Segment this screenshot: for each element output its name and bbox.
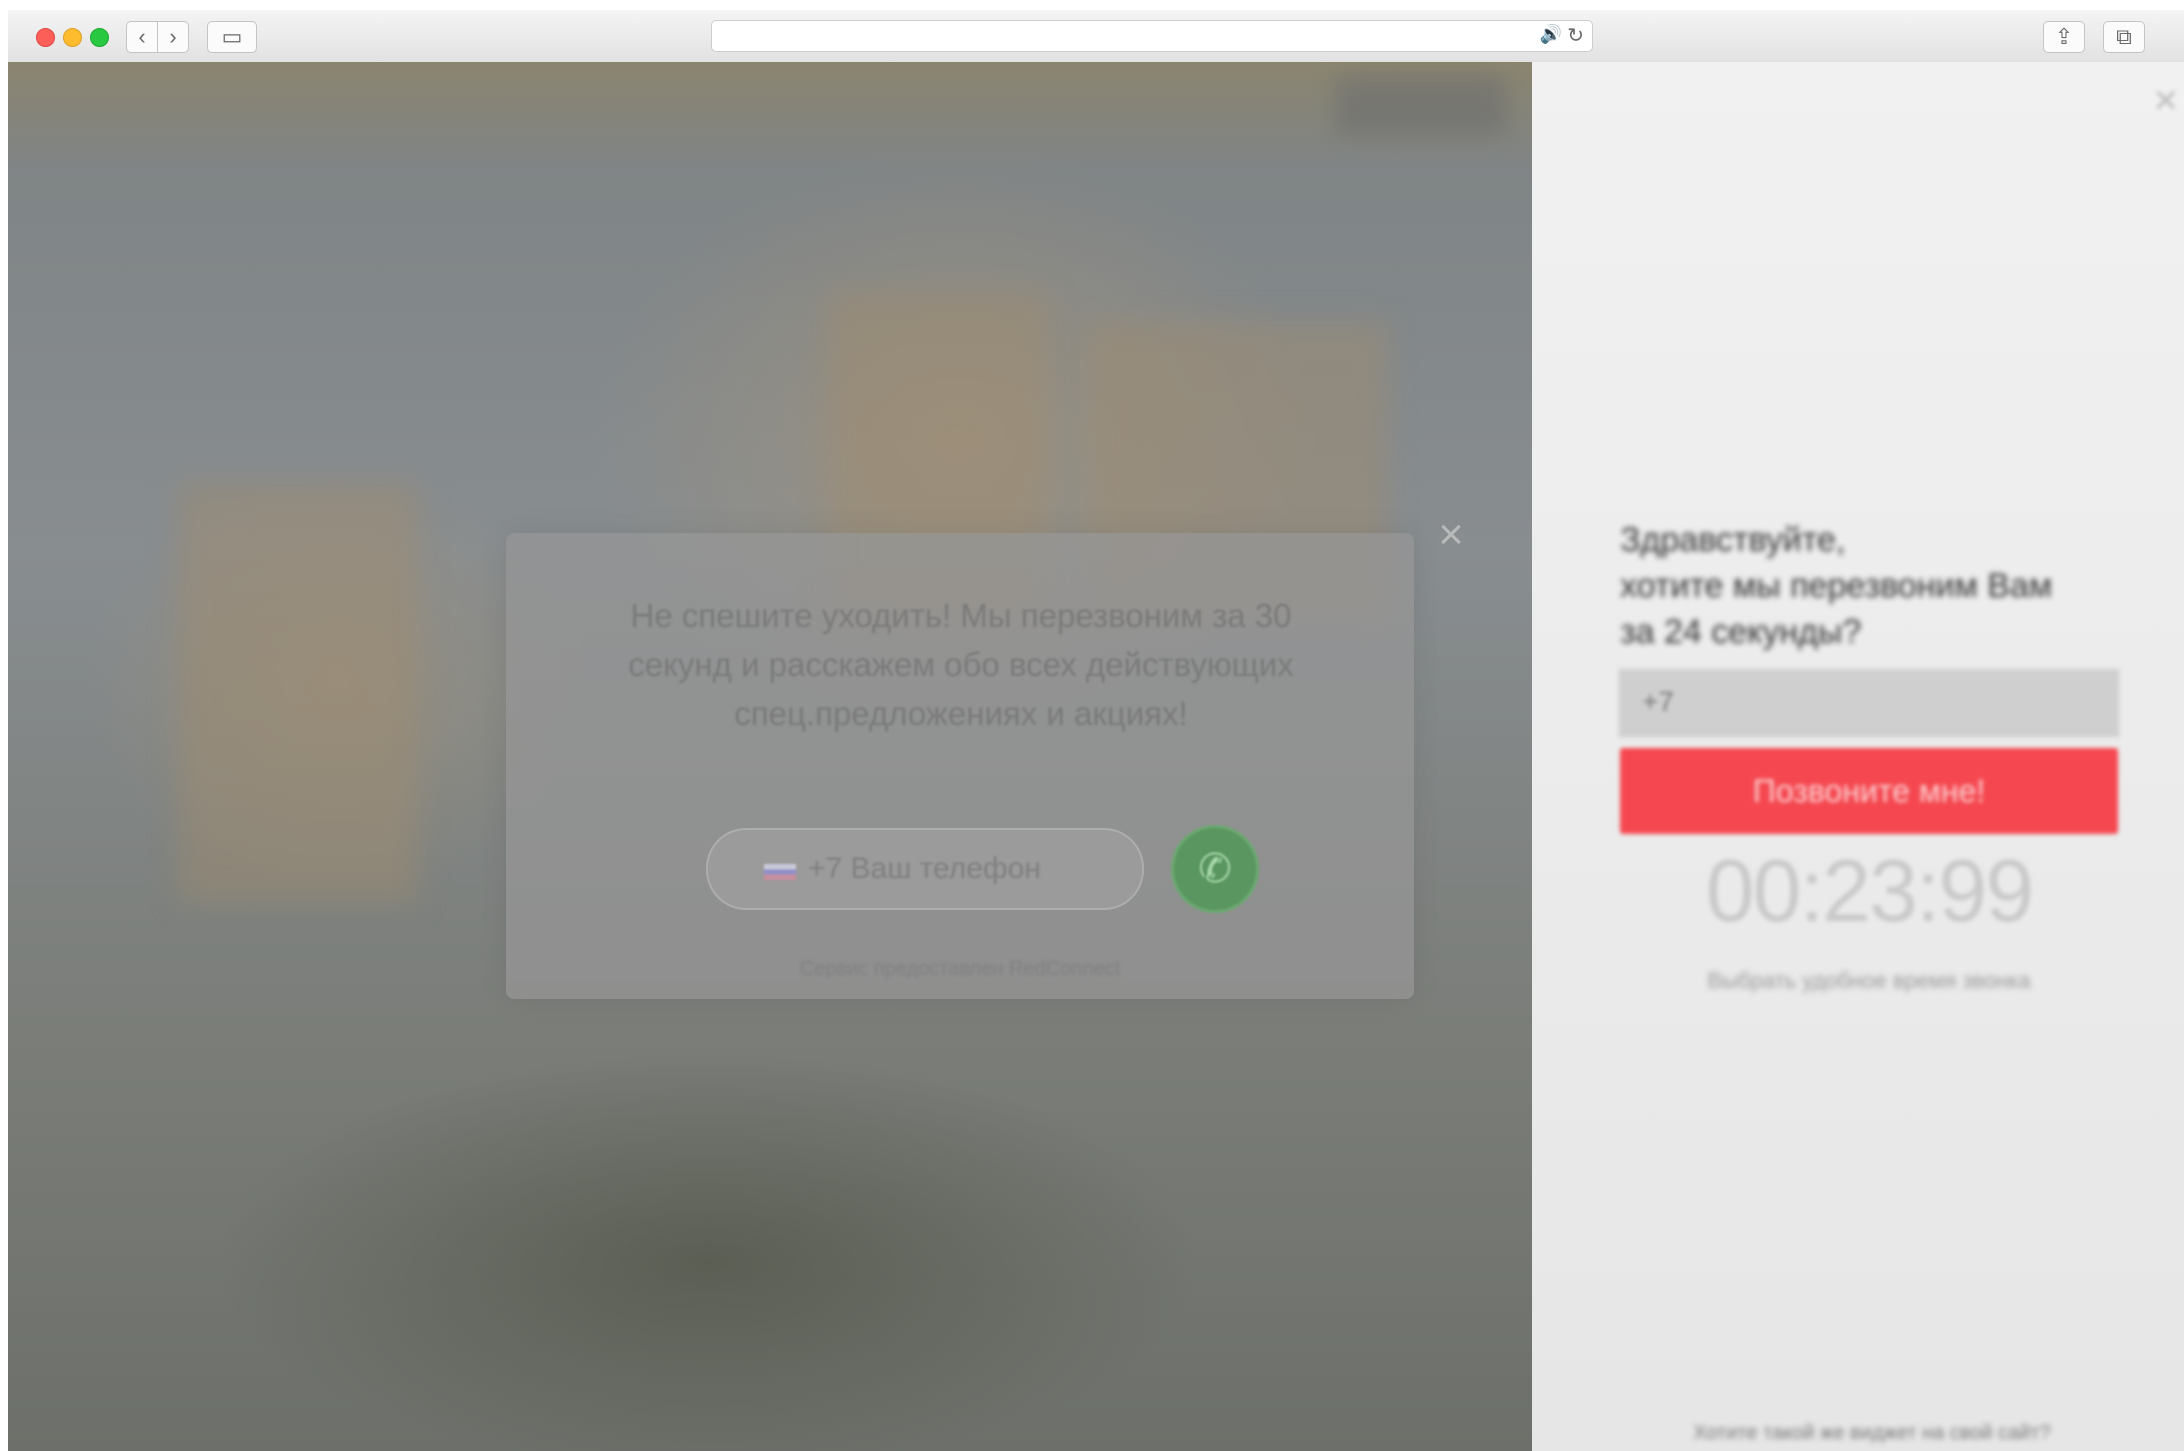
tab-overview-button[interactable]: ⧉ <box>2103 21 2145 53</box>
address-bar[interactable]: 🔊 ↻ <box>711 20 1593 52</box>
building-image <box>178 482 418 902</box>
page-header-band <box>8 62 1532 172</box>
reload-icon[interactable]: ↻ <box>1567 23 1584 48</box>
greeting-line: хотите мы перезвоним Вам <box>1620 567 2053 605</box>
russia-flag-icon <box>764 864 796 880</box>
sidebar-toggle-button[interactable]: ▭ <box>207 21 257 53</box>
greeting-line: Здравствуйте, <box>1620 521 1846 559</box>
browser-toolbar: ‹ › ▭ 🔊 ↻ ⇪ ⧉ <box>8 10 2184 63</box>
phone-input[interactable]: +7 Ваш телефон <box>706 828 1144 910</box>
modal-message: Не спешите уходить! Мы перезвоним за 30 … <box>628 597 1294 732</box>
tabs-icon: ⧉ <box>2116 24 2132 49</box>
countdown-timer: 00:23:99 <box>1705 841 2035 940</box>
audio-playing-icon[interactable]: 🔊 <box>1540 24 1562 45</box>
callback-modal: × Не спешите уходить! Мы перезвоним за 3… <box>506 513 1464 999</box>
share-button[interactable]: ⇪ <box>2043 21 2085 53</box>
chevron-right-icon: › <box>169 24 177 49</box>
browser-window: ‹ › ▭ 🔊 ↻ ⇪ ⧉ × Не спешите уходить! Мы п… <box>8 10 2184 1451</box>
window-maximize-button[interactable] <box>90 28 109 47</box>
greeting-line: за 24 секунды? <box>1620 613 1862 651</box>
window-minimize-button[interactable] <box>63 28 82 47</box>
forward-button[interactable]: › <box>157 21 189 53</box>
widget-footer-link[interactable]: Хотите такой же виджет на свой сайт? <box>1612 1422 2132 1445</box>
widget-greeting: Здравствуйте, хотите мы перезвоним Вам з… <box>1620 517 2140 655</box>
sidebar-icon: ▭ <box>221 24 243 49</box>
call-me-button[interactable]: Позвоните мне! <box>1620 748 2118 834</box>
window-close-button[interactable] <box>36 28 55 47</box>
phone-placeholder: +7 Ваш телефон <box>808 852 1041 885</box>
web-page-background: × Не спешите уходить! Мы перезвоним за 3… <box>8 62 1532 1451</box>
choose-time-link[interactable]: Выбрать удобное время звонка <box>1620 968 2118 994</box>
phone-icon: ✆ <box>1198 847 1232 891</box>
site-logo <box>1336 76 1506 136</box>
callback-widget-panel: × Здравствуйте, хотите мы перезвоним Вам… <box>1532 62 2184 1451</box>
close-icon[interactable]: × <box>1431 513 1471 557</box>
close-icon[interactable]: × <box>2153 76 2178 124</box>
chevron-left-icon: ‹ <box>138 24 146 49</box>
widget-phone-value: +7 <box>1642 686 1674 717</box>
widget-phone-input[interactable]: +7 <box>1618 668 2120 738</box>
powered-by-text: Сервис предоставлен RedConnect <box>799 958 1121 980</box>
share-icon: ⇪ <box>2054 24 2074 49</box>
back-button[interactable]: ‹ <box>126 21 158 53</box>
call-button[interactable]: ✆ <box>1171 825 1259 913</box>
